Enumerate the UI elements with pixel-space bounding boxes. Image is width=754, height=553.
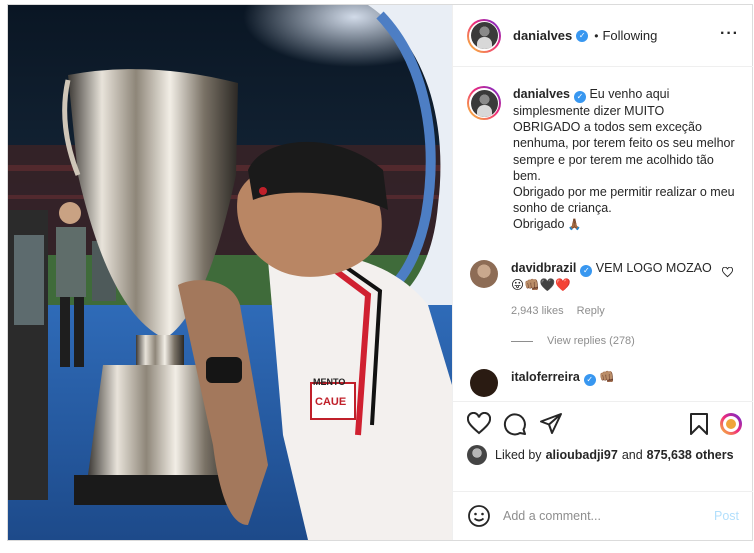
author-avatar[interactable]	[467, 18, 501, 53]
pray-emoji-icon: 🙏🏾	[567, 219, 582, 232]
post-side-pane: danialves ✓ • Following ··· danialves ✓ E…	[452, 5, 753, 540]
likes-count[interactable]: 875,638 others	[647, 448, 734, 462]
author-username[interactable]: danialves	[513, 28, 572, 43]
caption-username[interactable]: danialves	[513, 87, 570, 101]
reply-button[interactable]: Reply	[577, 305, 605, 317]
caption-line-2: Obrigado por me permitir realizar o meu …	[513, 185, 735, 216]
verified-badge-icon: ✓	[580, 264, 593, 277]
caption-text: Eu venho aqui simplesmente dizer MUITO O…	[513, 87, 735, 183]
post-actions-bar	[453, 401, 753, 441]
post-header: danialves ✓ • Following ···	[453, 5, 753, 67]
heart-icon[interactable]	[467, 412, 491, 436]
view-replies-button[interactable]: View replies (278)	[511, 335, 739, 347]
comment-emojis: 👊🏽	[599, 370, 615, 385]
liked-by-prefix: Liked by	[495, 448, 542, 462]
post-dialog: MENTO CAUE danialves ✓ • Following ··· d…	[7, 4, 753, 541]
commenter-username[interactable]: italoferreira	[511, 370, 580, 384]
commenter-username[interactable]: davidbrazil	[511, 261, 576, 275]
story-ring-emoji-icon[interactable]	[719, 412, 743, 436]
photo-illustration: MENTO CAUE	[8, 5, 452, 540]
verified-badge-icon: ✓	[583, 374, 596, 387]
liker-avatar[interactable]	[467, 445, 487, 465]
more-options-icon[interactable]: ···	[720, 25, 739, 43]
liker-username[interactable]: alioubadji97	[546, 448, 618, 462]
comment-likes[interactable]: 2,943 likes	[511, 305, 564, 317]
jersey-sponsor-text-2: CAUE	[315, 396, 346, 408]
follow-status-button[interactable]: Following	[602, 28, 657, 43]
comment-icon[interactable]	[503, 412, 527, 436]
comment-emojis: 😛👊🏽🖤❤️	[511, 277, 571, 292]
share-icon[interactable]	[539, 412, 563, 436]
commenter-avatar[interactable]	[470, 369, 498, 398]
comment-composer: Post	[453, 491, 753, 540]
post-photo[interactable]: MENTO CAUE	[8, 5, 452, 540]
post-caption: danialves ✓ Eu venho aqui simplesmente di…	[467, 86, 739, 234]
comments-list[interactable]: danialves ✓ Eu venho aqui simplesmente di…	[453, 68, 753, 400]
view-replies-label: View replies (278)	[547, 335, 635, 348]
emoji-icon[interactable]	[467, 504, 491, 528]
comment-meta: 2,943 likes Reply	[511, 303, 717, 319]
caption-text-block: danialves ✓ Eu venho aqui simplesmente di…	[513, 86, 735, 234]
bookmark-icon[interactable]	[687, 412, 711, 436]
caption-author-avatar[interactable]	[467, 86, 501, 120]
liked-by-joiner: and	[621, 448, 643, 462]
author-avatar-image	[470, 22, 498, 49]
caption-line-3: Obrigado	[513, 217, 565, 232]
jersey-sponsor-text-1: MENTO	[313, 377, 345, 387]
comment-input[interactable]	[503, 509, 713, 523]
comment-item: italoferreira ✓ 👊🏽	[467, 369, 739, 398]
comment-text: VEM LOGO MOZAO	[595, 260, 712, 275]
comment-item: davidbrazil ✓ VEM LOGO MOZAO 😛👊🏽🖤❤️ 2,943…	[467, 259, 739, 319]
verified-badge-icon: ✓	[576, 29, 589, 42]
separator-dot: •	[594, 28, 599, 43]
verified-badge-icon: ✓	[573, 91, 586, 103]
comment-like-heart-icon[interactable]	[722, 266, 733, 278]
likes-summary: Liked by alioubadji97 and 875,638 others	[467, 445, 738, 465]
post-comment-button[interactable]: Post	[714, 509, 739, 523]
commenter-avatar[interactable]	[470, 259, 498, 288]
